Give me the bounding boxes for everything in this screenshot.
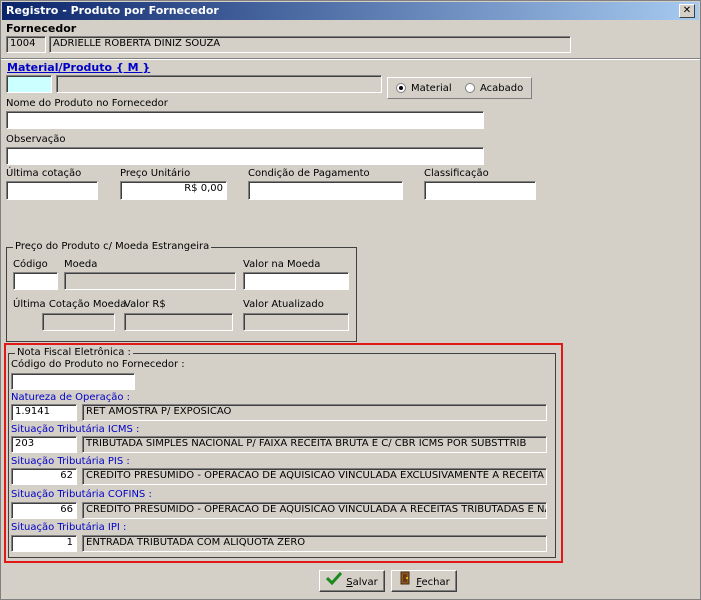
door-exit-icon <box>398 571 412 593</box>
cofins-code-input[interactable]: 66 <box>11 502 77 519</box>
preco-unitario-input[interactable]: R$ 0,00 <box>120 181 227 200</box>
ipi-desc-field[interactable]: ENTRADA TRIBUTADA COM ALIQUOTA ZERO <box>82 535 547 552</box>
cofins-label[interactable]: Situação Tributária COFINS : <box>11 489 152 500</box>
moeda-estrangeira-groupbox: Preço do Produto c/ Moeda Estrangeira Có… <box>6 241 357 342</box>
moeda-label: Moeda <box>64 259 98 270</box>
fornecedor-name-field[interactable]: ADRIELLE ROBERTA DINIZ SOUZA <box>49 36 571 53</box>
radio-acabado[interactable] <box>465 83 475 93</box>
nome-produto-label: Nome do Produto no Fornecedor <box>6 98 168 109</box>
pis-code-input[interactable]: 62 <box>11 468 77 485</box>
fechar-label: echar <box>421 577 450 588</box>
codigo-produto-fornecedor-input[interactable] <box>11 373 135 390</box>
material-produto-suffix: { M } <box>115 61 151 74</box>
nfe-title: Nota Fiscal Eletrônica : <box>15 347 133 358</box>
natureza-code-input[interactable]: 1.9141 <box>11 404 77 421</box>
salvar-button[interactable]: Salvar <box>319 570 385 592</box>
window-title: Registro - Produto por Fornecedor <box>6 4 219 17</box>
valor-moeda-label: Valor na Moeda <box>243 259 321 270</box>
fornecedor-label: Fornecedor <box>6 22 77 35</box>
material-description-field[interactable] <box>56 75 382 93</box>
condicao-pagamento-label: Condição de Pagamento <box>248 168 370 179</box>
valor-moeda-input[interactable] <box>243 272 349 290</box>
pis-desc-field[interactable]: CREDITO PRESUMIDO - OPERACAO DE AQUISICA… <box>82 468 547 485</box>
natureza-desc-field[interactable]: RET AMOSTRA P/ EXPOSICAO <box>82 404 547 421</box>
moeda-field[interactable] <box>64 272 236 290</box>
radio-material-label: Material <box>411 83 452 94</box>
moeda-codigo-label: Código <box>13 259 48 270</box>
cofins-desc-field[interactable]: CREDITO PRESUMIDO - OPERACAO DE AQUISICA… <box>82 502 547 519</box>
ultima-cotacao-moeda-field[interactable] <box>42 313 115 331</box>
material-produto-link[interactable]: Material/Produto { M } <box>7 61 150 74</box>
moeda-estrangeira-title: Preço do Produto c/ Moeda Estrangeira <box>13 241 212 252</box>
icms-desc-field[interactable]: TRIBUTADA SIMPLES NACIONAL P/ FAIXA RECE… <box>82 436 547 453</box>
moeda-codigo-input[interactable] <box>13 272 58 290</box>
condicao-pagamento-input[interactable] <box>248 181 403 200</box>
ipi-label[interactable]: Situação Tributária IPI : <box>11 522 126 533</box>
valor-rs-label: Valor R$ <box>124 299 166 310</box>
observacao-input[interactable] <box>6 147 484 165</box>
material-produto-label: Material/Produto <box>7 61 113 74</box>
fornecedor-code-field[interactable]: 1004 <box>6 36 46 53</box>
pis-label[interactable]: Situação Tributária PIS : <box>11 456 130 467</box>
material-type-radio-group: Material Acabado <box>387 77 532 99</box>
icms-label[interactable]: Situação Tributária ICMS : <box>11 424 139 435</box>
classificacao-label: Classificação <box>424 168 489 179</box>
icms-code-input[interactable]: 203 <box>11 436 77 453</box>
valor-atualizado-field[interactable] <box>243 313 349 331</box>
radio-acabado-label: Acabado <box>480 83 524 94</box>
observacao-label: Observação <box>6 134 66 145</box>
registro-window: Registro - Produto por Fornecedor ✕ Forn… <box>0 0 701 600</box>
nfe-groupbox: Nota Fiscal Eletrônica : Código do Produ… <box>8 347 556 558</box>
ipi-code-input[interactable]: 1 <box>11 535 77 552</box>
radio-material[interactable] <box>396 83 406 93</box>
preco-unitario-label: Preço Unitário <box>120 168 191 179</box>
close-icon[interactable]: ✕ <box>679 4 695 18</box>
fechar-button[interactable]: Fechar <box>391 570 457 592</box>
material-code-input[interactable] <box>6 75 52 93</box>
salvar-label: alvar <box>352 577 378 588</box>
ultima-cotacao-moeda-label: Última Cotação Moeda <box>13 299 127 310</box>
codigo-produto-fornecedor-label: Código do Produto no Fornecedor : <box>11 359 185 370</box>
nome-produto-input[interactable] <box>6 111 484 129</box>
title-bar: Registro - Produto por Fornecedor ✕ <box>2 2 699 20</box>
separator <box>1 58 700 60</box>
valor-atualizado-label: Valor Atualizado <box>243 299 324 310</box>
classificacao-input[interactable] <box>424 181 536 200</box>
ultima-cotacao-input[interactable] <box>6 181 98 200</box>
natureza-operacao-label[interactable]: Natureza de Operação : <box>11 392 130 403</box>
checkmark-icon <box>326 571 343 593</box>
valor-rs-field[interactable] <box>124 313 233 331</box>
ultima-cotacao-label: Última cotação <box>6 168 82 179</box>
